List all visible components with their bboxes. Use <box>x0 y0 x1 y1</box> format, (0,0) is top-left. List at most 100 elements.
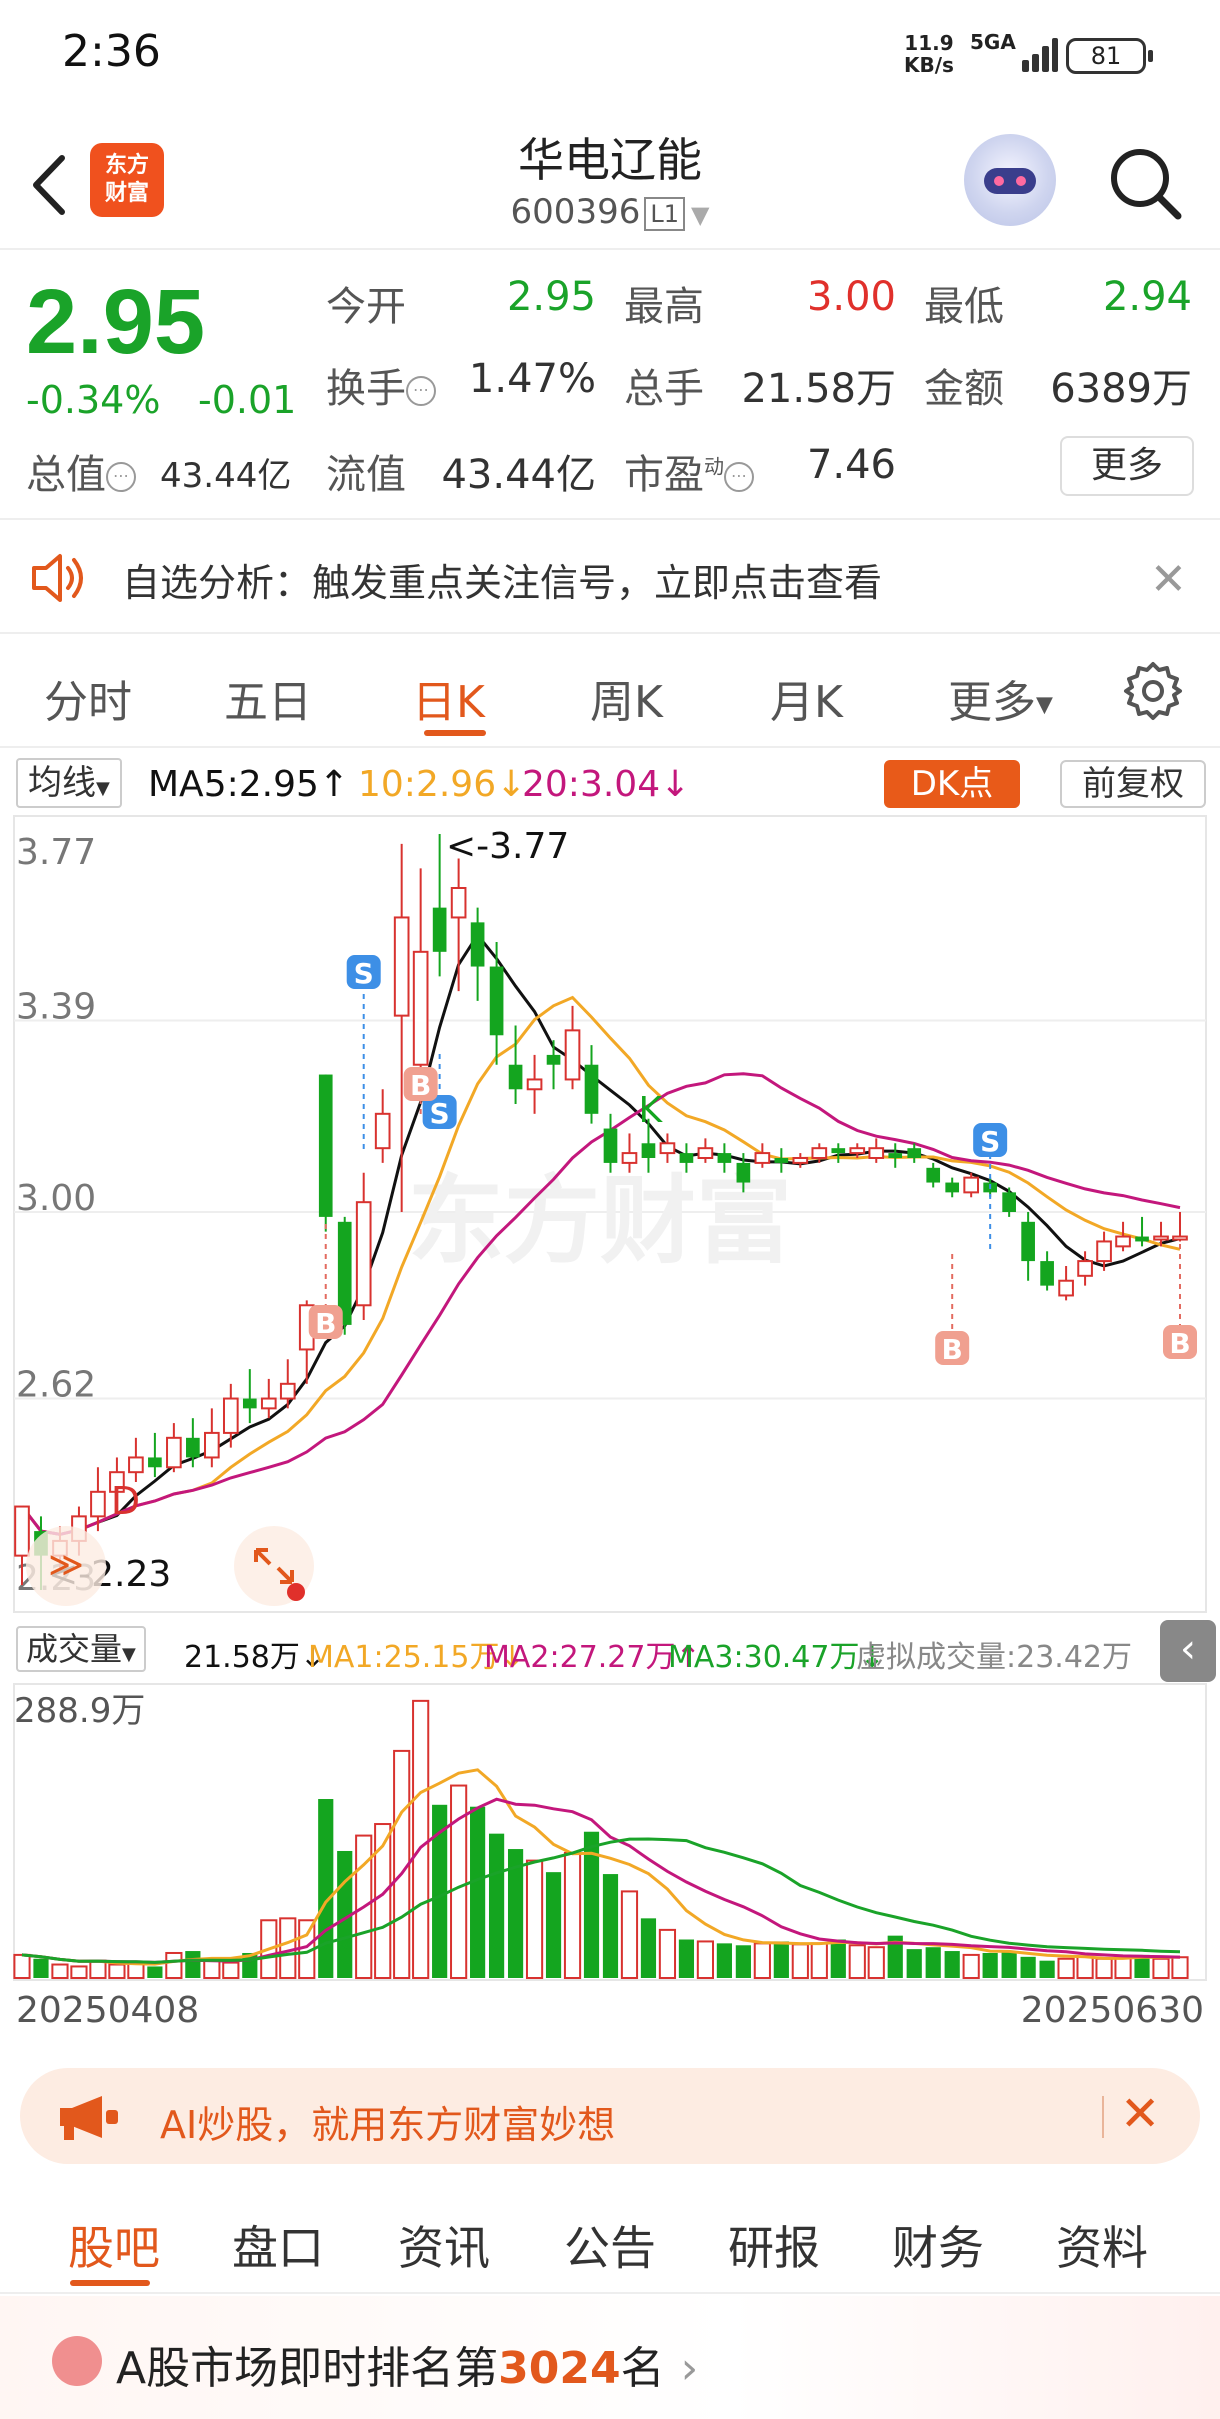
candle-body <box>279 1382 296 1400</box>
megaphone-icon <box>60 2096 118 2140</box>
volume-bar <box>867 1946 885 1979</box>
stock-name: 华电辽能 <box>518 133 702 187</box>
close-icon[interactable]: ✕ <box>1150 554 1187 605</box>
volume-select[interactable]: 成交量▼ <box>16 1626 146 1672</box>
info-icon[interactable]: ⋯ <box>406 376 436 406</box>
volume-bar <box>944 1951 960 1978</box>
notice-bar[interactable]: 自选分析：触发重点关注信号，立即点击查看 ✕ <box>0 522 1220 634</box>
candle-body <box>621 1152 638 1164</box>
ma20-value: 20:3.04↓ <box>522 764 691 805</box>
candle-body <box>868 1147 885 1160</box>
volume-label: 总手 <box>624 366 704 412</box>
kline-chart[interactable]: 东方财富 3.773.393.002.622.23 SSSBBBBDK <-3.… <box>0 814 1220 1614</box>
ranking-icon <box>52 2336 102 2386</box>
volume-bar <box>1114 1955 1132 1980</box>
vol-ma3-line <box>21 1837 1181 1964</box>
dk-point-button[interactable]: DK点 <box>884 760 1020 808</box>
ai-banner[interactable]: AI炒股，就用东方财富妙想 ✕ <box>20 2068 1200 2164</box>
high-value: 3.00 <box>806 274 896 320</box>
stock-code: 600396 <box>510 192 641 232</box>
more-button[interactable]: 更多 <box>1060 436 1194 496</box>
ma10-value: 10:2.96↓ <box>358 764 527 805</box>
back-icon[interactable] <box>22 150 82 220</box>
candle-body <box>14 1505 30 1557</box>
open-label: 今开 <box>326 284 406 330</box>
start-date: 20250408 <box>16 1990 200 2031</box>
candle-body <box>186 1437 200 1458</box>
volume-chart[interactable]: 288.9万 <box>0 1682 1220 1982</box>
sell-signal: S <box>430 1097 450 1130</box>
d-signal: D <box>111 1479 140 1523</box>
search-icon[interactable] <box>1106 144 1186 224</box>
ranking-bar[interactable]: A股市场即时排名第3024名 › <box>0 2296 1220 2419</box>
candle-body <box>564 1029 581 1081</box>
candle-body <box>489 966 504 1036</box>
tab-profile[interactable]: 资料 <box>1056 2212 1148 2278</box>
ma-select[interactable]: 均线▼ <box>16 758 122 808</box>
volume-bar <box>810 1942 828 1979</box>
volume-bar <box>982 1952 998 1978</box>
gear-icon[interactable] <box>1122 660 1184 722</box>
tab-monthly-k[interactable]: 月K <box>770 666 843 730</box>
candle-body <box>945 1182 960 1193</box>
volume-bar <box>1076 1955 1094 1980</box>
collapse-arrow-icon[interactable]: ‹ <box>1160 1620 1216 1682</box>
volume-bar <box>773 1941 789 1978</box>
info-icon[interactable]: ⋯ <box>106 462 136 492</box>
buy-signal: B <box>315 1307 336 1340</box>
buy-signal: B <box>1169 1327 1190 1360</box>
volume-bar <box>753 1942 771 1979</box>
volume-bar <box>488 1833 505 1978</box>
volume-bar <box>33 1958 49 1978</box>
candle-body <box>526 1078 543 1091</box>
tab-more[interactable]: 更多▼ <box>948 666 1053 730</box>
volume-bar <box>696 1940 715 1979</box>
volume-bar <box>279 1917 297 1979</box>
watermark: 东方财富 <box>408 1165 792 1277</box>
y-axis-label: 3.00 <box>16 1178 96 1219</box>
period-tabs: 分时 五日 日K 周K 月K 更多▼ <box>0 636 1220 748</box>
candle-body <box>679 1153 694 1163</box>
tab-announcement[interactable]: 公告 <box>564 2212 656 2278</box>
volume-bar <box>51 1963 69 1979</box>
volume-bar <box>108 1963 126 1979</box>
info-icon[interactable]: ⋯ <box>724 462 754 492</box>
candle-body <box>1058 1279 1074 1297</box>
ranking-text: A股市场即时排名第3024名 › <box>116 2343 699 2394</box>
volume-bar <box>185 1951 201 1978</box>
volume-bar <box>1001 1951 1017 1978</box>
tab-five-day[interactable]: 五日 <box>224 666 312 730</box>
y-axis-label: 2.62 <box>16 1365 96 1406</box>
candle-body <box>166 1436 182 1469</box>
tab-guba[interactable]: 股吧 <box>68 2212 160 2278</box>
candle-body <box>432 907 447 952</box>
forward-adjust-button[interactable]: 前复权 <box>1060 760 1206 808</box>
vol-ma3: MA3:30.47万↓ <box>668 1640 885 1675</box>
candle-body <box>926 1167 941 1183</box>
volume-bar <box>678 1939 695 1978</box>
net-speed-unit: KB/s <box>904 53 954 77</box>
volume-bar <box>1152 1957 1170 1979</box>
amount-value: 6389万 <box>1050 366 1192 412</box>
volume-legend: 成交量▼ 21.58万↓ MA1:25.15万↓ MA2:27.27万↑ MA3… <box>0 1618 1220 1682</box>
volume-bar <box>1057 1957 1075 1979</box>
tab-research[interactable]: 研报 <box>728 2212 820 2278</box>
candle-body <box>318 1074 333 1217</box>
close-icon[interactable]: ✕ <box>1120 2086 1160 2142</box>
max-price-marker: <-3.77 <box>446 826 569 867</box>
tab-weekly-k[interactable]: 周K <box>590 666 663 730</box>
tab-pankou[interactable]: 盘口 <box>232 2212 324 2278</box>
candle-body <box>1040 1261 1054 1286</box>
candle-body <box>393 916 410 1017</box>
candle-body <box>907 1148 922 1158</box>
volume-bar <box>716 1943 732 1978</box>
assistant-robot-icon[interactable] <box>964 134 1056 226</box>
tab-daily-k[interactable]: 日K <box>412 666 485 730</box>
stock-code-row[interactable]: 600396 L1 ▼ <box>400 192 820 232</box>
candle-body <box>374 1112 391 1150</box>
tab-news[interactable]: 资讯 <box>398 2212 490 2278</box>
chevron-right-icon: › <box>680 2343 699 2394</box>
tab-fenshi[interactable]: 分时 <box>44 666 132 730</box>
k-signal: K <box>638 1090 663 1131</box>
tab-finance[interactable]: 财务 <box>892 2212 984 2278</box>
